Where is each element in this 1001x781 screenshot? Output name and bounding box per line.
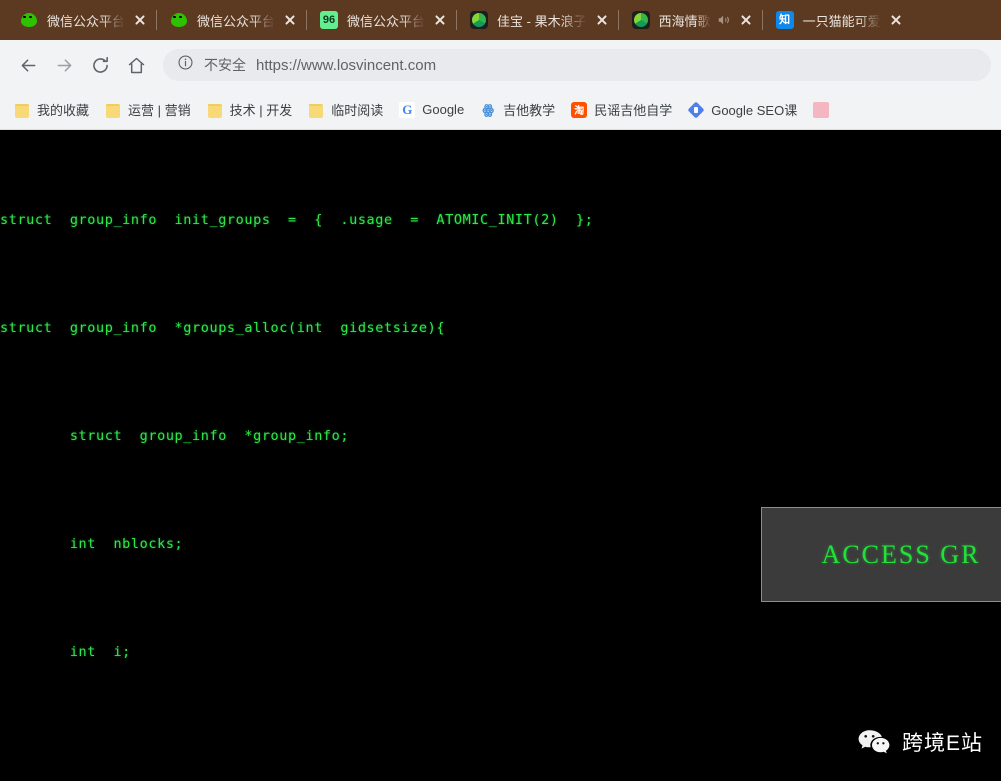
- back-arrow-icon: [21, 58, 35, 72]
- page-content: struct group_info init_groups = { .usage…: [0, 130, 1001, 781]
- browser-tab[interactable]: 微信公众平台: [156, 0, 306, 40]
- reload-button[interactable]: [82, 47, 118, 83]
- home-icon: [128, 57, 144, 73]
- tab-close-icon[interactable]: [282, 12, 298, 28]
- tab-close-icon[interactable]: [888, 12, 904, 28]
- bookmark-label: 运营 | 营销: [128, 103, 191, 118]
- partial-bookmark-icon: [813, 101, 830, 118]
- url-text[interactable]: https://www.losvincent.com: [256, 57, 436, 74]
- tab-title: 微信公众平台: [197, 13, 276, 29]
- tab-title: 一只猫能可爱: [802, 13, 881, 29]
- back-button[interactable]: [10, 47, 46, 83]
- pie-green-icon: [631, 11, 650, 29]
- bookmarks-bar: 我的收藏 运营 | 营销 技术 | 开发 临时阅读 G Google ꙮ 吉他教…: [0, 90, 1001, 130]
- tab-title: 西海情歌: [658, 13, 711, 29]
- zhihu-icon: 知: [775, 11, 794, 29]
- security-status-label: 不安全: [204, 57, 246, 73]
- browser-tab[interactable]: 佳宝 - 果木浪子: [456, 0, 618, 40]
- bookmark-item-partial[interactable]: [805, 98, 844, 122]
- watermark-text: 跨境E站: [901, 732, 983, 755]
- wechat-icon: [20, 11, 38, 29]
- browser-tab[interactable]: 微信公众平台: [6, 0, 156, 40]
- bookmark-item-my-favorites[interactable]: 我的收藏: [6, 96, 97, 123]
- bookmark-item-temp-reading[interactable]: 临时阅读: [300, 96, 391, 123]
- forward-arrow-icon: [57, 58, 71, 72]
- code-line: int nblocks;: [0, 536, 184, 552]
- home-button[interactable]: [118, 47, 154, 83]
- tab-close-icon[interactable]: [432, 12, 448, 28]
- folder-icon: [105, 102, 121, 118]
- watermark: 跨境E站: [857, 727, 983, 757]
- bookmark-label: 民谣吉他自学: [594, 103, 673, 118]
- address-bar[interactable]: 不安全 https://www.losvincent.com: [163, 49, 991, 81]
- code-line: struct group_info *group_info;: [0, 428, 350, 444]
- bookmark-label: 吉他教学: [503, 103, 556, 118]
- folder-icon: [207, 102, 223, 118]
- tab-close-icon[interactable]: [738, 12, 754, 28]
- bookmark-label: 临时阅读: [331, 103, 384, 118]
- browser-tab[interactable]: 西海情歌: [617, 0, 762, 40]
- code-line: struct group_info init_groups = { .usage…: [0, 212, 594, 228]
- code-line: struct group_info *groups_alloc(int gids…: [0, 320, 446, 336]
- bookmark-item-google[interactable]: G Google: [391, 98, 472, 122]
- bookmark-label: 我的收藏: [37, 103, 90, 118]
- browser-toolbar: 不安全 https://www.losvincent.com: [0, 40, 1001, 90]
- wechat-logo-icon: [857, 728, 891, 756]
- code-line: int i;: [0, 644, 131, 660]
- forward-button[interactable]: [46, 47, 82, 83]
- bookmark-item-google-seo-course[interactable]: Google SEO课: [680, 96, 805, 123]
- bookmark-item-tech-dev[interactable]: 技术 | 开发: [199, 96, 301, 123]
- tab-close-icon[interactable]: [594, 12, 610, 28]
- browser-tab[interactable]: 知 一只猫能可爱: [761, 0, 912, 40]
- reload-icon: [92, 56, 108, 73]
- tab-mute-icon[interactable]: [717, 13, 731, 27]
- bookmark-item-operations-marketing[interactable]: 运营 | 营销: [97, 96, 199, 123]
- badge-96-icon: 96: [320, 11, 339, 29]
- code-block: struct group_info init_groups = { .usage…: [0, 130, 803, 781]
- taobao-icon: 淘: [571, 101, 588, 118]
- tab-title: 佳宝 - 果木浪子: [497, 13, 587, 29]
- access-granted-banner: ACCESS GR: [761, 507, 1001, 602]
- bookmark-label: 技术 | 开发: [229, 103, 293, 118]
- pie-green-icon: [470, 11, 489, 29]
- browser-tab[interactable]: 96 微信公众平台: [306, 0, 456, 40]
- google-icon: G: [399, 101, 416, 118]
- folder-icon: [308, 102, 324, 118]
- access-banner-text: ACCESS GR: [821, 539, 981, 569]
- tab-title: 微信公众平台: [347, 13, 426, 29]
- bookmark-label: Google SEO课: [711, 103, 798, 118]
- bookmark-label: Google: [422, 102, 465, 117]
- info-circle-icon[interactable]: [177, 54, 195, 76]
- browser-tab-strip: 微信公众平台 微信公众平台 96 微信公众平台 佳宝 - 果木浪子 西海情歌 知…: [0, 0, 1001, 40]
- tab-title: 微信公众平台: [47, 13, 126, 29]
- seo-site-icon: [688, 102, 704, 118]
- folder-icon: [14, 102, 30, 118]
- wechat-icon: [170, 11, 188, 29]
- tab-close-icon[interactable]: [132, 12, 148, 28]
- bookmark-item-guitar-lessons[interactable]: ꙮ 吉他教学: [472, 96, 563, 123]
- bookmark-item-folk-guitar-self-study[interactable]: 淘 民谣吉他自学: [563, 96, 680, 123]
- guitar-site-icon: ꙮ: [482, 101, 494, 117]
